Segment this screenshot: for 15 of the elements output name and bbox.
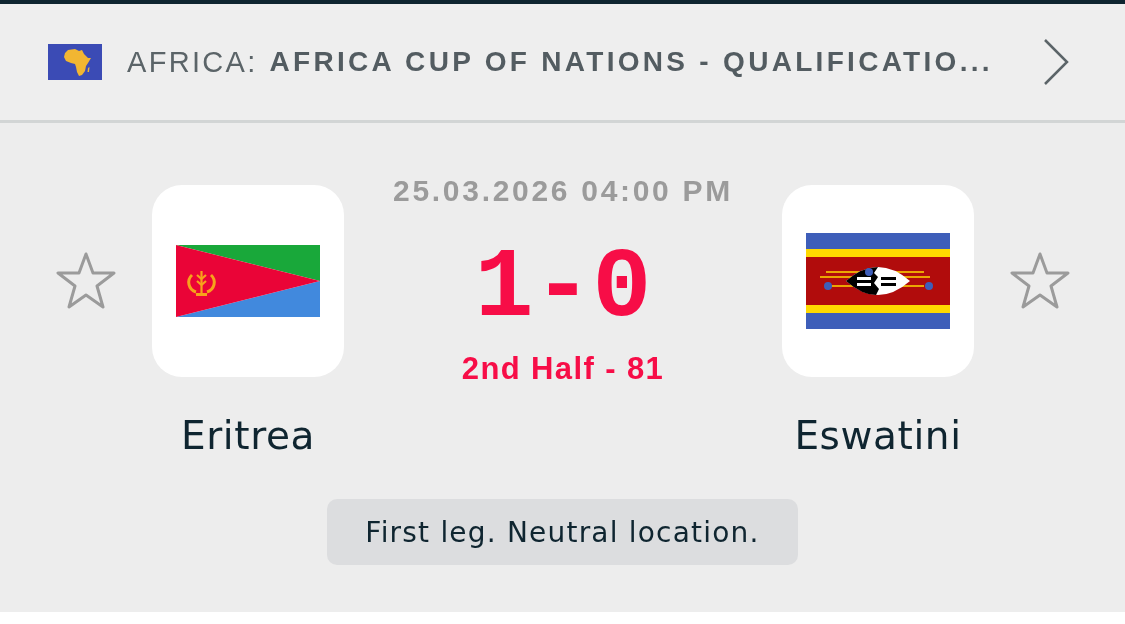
- flag-icon: [806, 233, 950, 329]
- match-datetime: 25.03.2026 04:00 PM: [393, 173, 733, 209]
- region-label: AFRICA:: [127, 45, 258, 79]
- match-score: 1-0: [474, 241, 652, 337]
- flag-icon: [176, 245, 320, 317]
- competition-header[interactable]: AFRICA: AFRICA CUP OF NATIONS - QUALIFICATIO...: [0, 4, 1125, 123]
- match-status: 2nd Half - 81: [461, 351, 665, 387]
- favorite-star-icon[interactable]: [55, 251, 117, 311]
- team-name: Eswatini: [794, 413, 962, 459]
- africa-flag-icon: [48, 44, 102, 80]
- chevron-right-icon[interactable]: [1043, 39, 1069, 85]
- match-note: First leg. Neutral location.: [327, 499, 798, 565]
- favorite-star-icon[interactable]: [1009, 251, 1071, 311]
- team-name: Eritrea: [180, 413, 316, 459]
- competition-name: AFRICA CUP OF NATIONS - QUALIFICATIO...: [269, 46, 994, 78]
